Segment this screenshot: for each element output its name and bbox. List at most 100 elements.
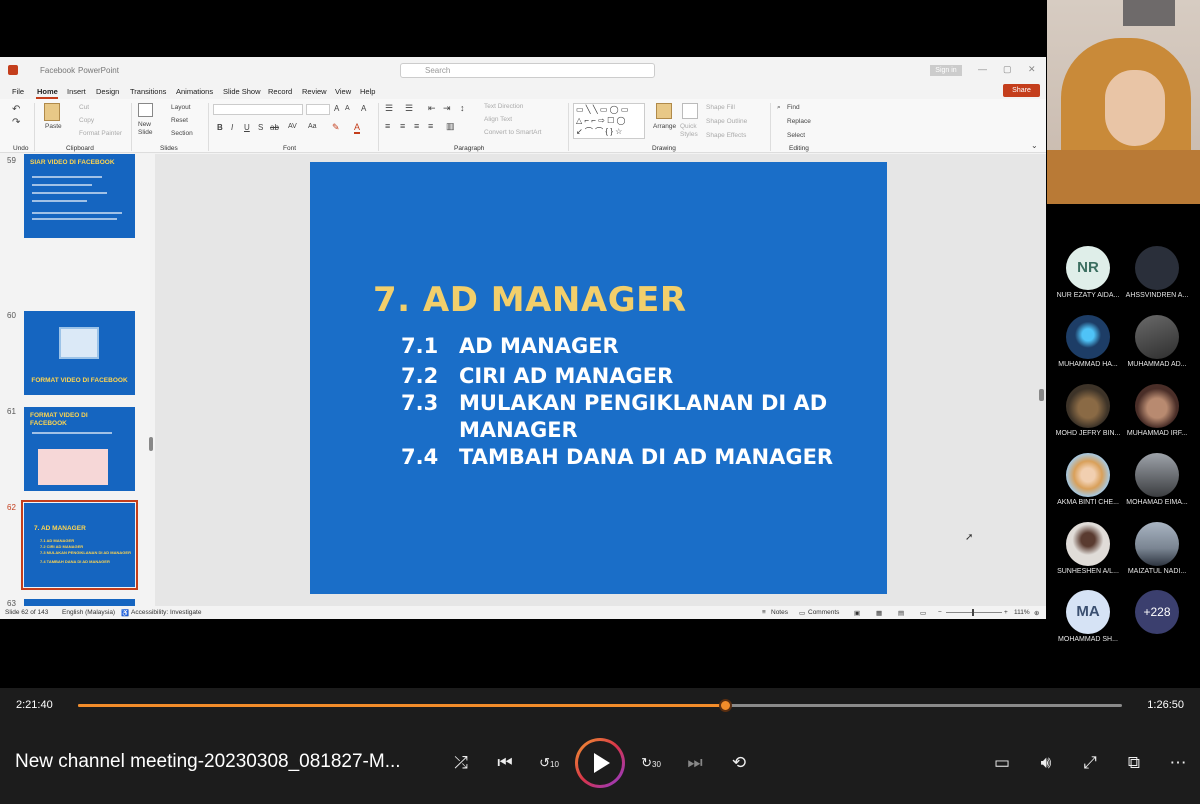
indent-icon[interactable]: ⇤ [428,103,436,114]
undo-icon[interactable]: ↶ [12,104,20,115]
quick-styles-icon[interactable] [682,103,698,119]
seek-bar[interactable] [78,699,1122,712]
accessibility-status[interactable]: Accessibility: Investigate [131,609,201,616]
font-size-dropdown[interactable] [306,104,330,115]
arrange-button[interactable]: Arrange [653,123,676,130]
tab-home[interactable]: Home [37,87,58,96]
font-name-dropdown[interactable] [213,104,303,115]
shape-fill-button[interactable]: Shape Fill [706,104,735,111]
underline-icon[interactable]: U [244,123,250,132]
cut-button[interactable]: Cut [79,104,89,111]
layout-button[interactable]: Layout [171,104,191,111]
spacing-icon[interactable]: AV [288,123,297,130]
text-direction-button[interactable]: Text Direction [484,103,523,110]
outdent-icon[interactable]: ⇥ [443,103,451,114]
replace-button[interactable]: Replace [787,118,811,125]
canvas-scrollbar[interactable] [1039,389,1044,401]
search-box[interactable]: Search [400,63,655,78]
tab-insert[interactable]: Insert [67,87,86,96]
previous-icon[interactable]: ⏮ [490,748,520,778]
zoom-slider[interactable] [946,612,1002,613]
comments-button[interactable]: Comments [808,609,839,616]
zoom-slider-handle[interactable] [972,609,974,616]
decrease-font-icon[interactable]: A [345,105,350,112]
tab-design[interactable]: Design [96,87,119,96]
tab-slide-show[interactable]: Slide Show [223,87,261,96]
fullscreen-icon[interactable]: ⤢ [1075,748,1105,778]
sign-in-button[interactable]: Sign in [930,65,962,76]
paste-icon[interactable] [44,103,60,121]
tab-transitions[interactable]: Transitions [130,87,166,96]
align-left-icon[interactable]: ≡ [385,121,390,131]
tab-animations[interactable]: Animations [176,87,213,96]
notes-button[interactable]: Notes [771,609,788,616]
mini-player-icon[interactable]: ⧉ [1119,748,1149,778]
normal-view-icon[interactable]: ▣ [854,609,860,617]
skip-forward-icon[interactable]: ↻30 [636,748,666,778]
maximize-icon[interactable]: ▢ [1003,64,1012,75]
reading-view-icon[interactable]: ▤ [898,609,904,617]
quick-styles-button[interactable]: Quick Styles [680,123,702,139]
participant-tile[interactable]: MUHAMMAD AD... [1123,315,1191,368]
columns-icon[interactable]: ▥ [446,121,455,132]
participant-tile[interactable]: SUNHESHEN A/L... [1054,522,1122,575]
thumbnail-scrollbar[interactable] [149,437,153,451]
participant-tile[interactable]: MUHAMMAD HA... [1054,315,1122,368]
fit-slide-icon[interactable]: ⊕ [1034,609,1039,617]
current-slide[interactable]: 7. AD MANAGER 7.1 AD MANAGER 7.2 CIRI AD… [310,162,887,594]
bullets-icon[interactable]: ☰ [385,103,393,114]
next-icon[interactable]: ⏭ [680,748,710,778]
shapes-gallery[interactable]: ▭ ╲ ╲ ▭ ◯ ▭ △ ⌐ ⌐ ⇨ ☐ ◯ ↙ ⌒ ⌒ { } ☆ [573,103,645,139]
shape-effects-button[interactable]: Shape Effects [706,132,746,139]
participant-tile[interactable]: NR NUR EZATY AIDA... [1054,246,1122,299]
bold-icon[interactable]: B [217,123,223,132]
zoom-in-icon[interactable]: + [1004,609,1008,616]
shuffle-icon[interactable]: ⤮ [446,748,476,778]
increase-font-icon[interactable]: A [334,104,339,113]
repeat-icon[interactable]: ⟲ [724,748,754,778]
participant-tile[interactable]: MOHAMAD EIMA... [1123,453,1191,506]
format-painter-button[interactable]: Format Painter [79,130,122,137]
line-spacing-icon[interactable]: ↕ [460,103,465,113]
copy-button[interactable]: Copy [79,117,94,124]
section-button[interactable]: Section [171,130,193,137]
participant-tile[interactable]: MA MOHAMMAD SH... [1054,590,1122,643]
zoom-out-icon[interactable]: − [938,609,942,616]
redo-icon[interactable]: ↷ [12,117,20,128]
slide-thumbnail-62[interactable]: 7. AD MANAGER 7.1 AD MANAGER 7.2 CIRI AD… [21,500,138,590]
arrange-icon[interactable] [656,103,672,119]
slide-thumbnail-61[interactable]: FORMAT VIDEO DI FACEBOOK [24,407,135,491]
italic-icon[interactable]: I [231,123,233,132]
more-options-icon[interactable]: ⋯ [1163,748,1193,778]
change-case-icon[interactable]: Aa [308,123,317,130]
reset-button[interactable]: Reset [171,117,188,124]
numbering-icon[interactable]: ☰ [405,103,413,114]
close-icon[interactable]: ✕ [1028,64,1036,75]
paste-button[interactable]: Paste [45,123,62,130]
highlight-icon[interactable]: ✎ [332,122,340,133]
share-button[interactable]: Share [1003,84,1040,97]
align-text-button[interactable]: Align Text [484,116,512,123]
participant-tile[interactable]: MAIZATUL NADI... [1123,522,1191,575]
strikethrough-icon[interactable]: ab [270,123,279,132]
slide-sorter-icon[interactable]: ▦ [876,609,882,617]
shape-outline-button[interactable]: Shape Outline [706,118,747,125]
font-color-icon[interactable]: A [354,122,361,134]
tab-record[interactable]: Record [268,87,292,96]
participant-tile[interactable]: MOHD JEFRY BIN... [1054,384,1122,437]
slideshow-icon[interactable]: ▭ [920,609,926,617]
participant-tile[interactable]: AKMA BINTI CHE... [1054,453,1122,506]
tab-view[interactable]: View [335,87,351,96]
participant-tile[interactable]: AHSSVINDREN A... [1123,246,1191,299]
align-right-icon[interactable]: ≡ [414,121,419,131]
slide-thumbnail-60[interactable]: FORMAT VIDEO DI FACEBOOK [24,311,135,395]
new-slide-icon[interactable] [138,103,153,117]
more-participants-button[interactable]: +228 [1123,590,1191,634]
tab-help[interactable]: Help [360,87,375,96]
zoom-level[interactable]: 111% [1014,609,1030,616]
convert-smartart-button[interactable]: Convert to SmartArt [484,129,541,136]
seek-bar-handle[interactable] [719,699,733,712]
subtitles-icon[interactable]: ▭ [987,748,1017,778]
tab-review[interactable]: Review [302,87,327,96]
participant-tile[interactable]: MUHAMMAD IRF... [1123,384,1191,437]
